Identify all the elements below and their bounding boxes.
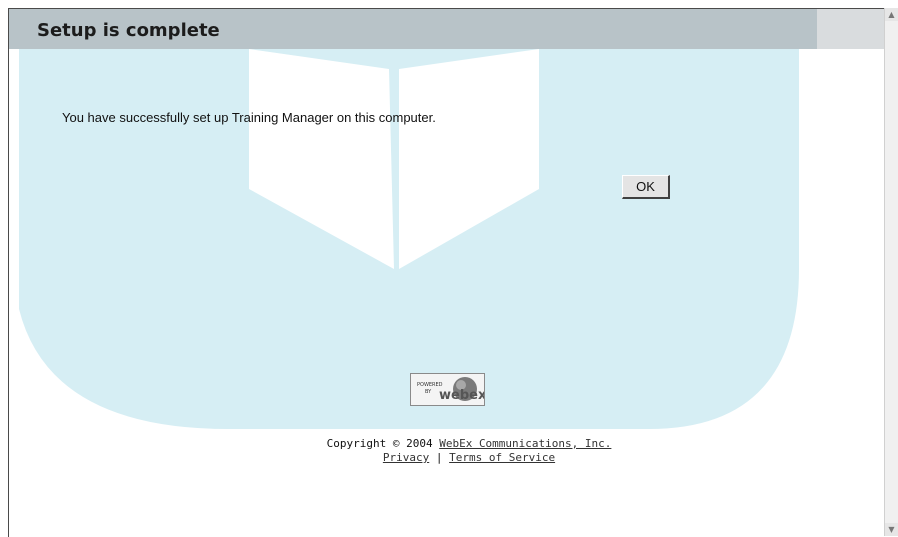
page-title: Setup is complete — [37, 20, 220, 41]
success-message: You have successfully set up Training Ma… — [62, 110, 436, 125]
webex-logo-icon: POWERED BY webex — [417, 377, 487, 403]
svg-text:BY: BY — [425, 389, 432, 395]
setup-window: Setup is complete You have successfully … — [8, 8, 885, 537]
copyright-line: Copyright © 2004 WebEx Communications, I… — [9, 437, 885, 450]
title-bar: Setup is complete — [9, 9, 817, 49]
ok-button[interactable]: OK — [622, 175, 670, 199]
company-link[interactable]: WebEx Communications, Inc. — [439, 437, 611, 450]
svg-text:webex: webex — [439, 388, 484, 403]
link-separator: | — [435, 451, 443, 464]
terms-of-service-link[interactable]: Terms of Service — [449, 451, 555, 464]
legal-links: Privacy | Terms of Service — [9, 451, 885, 464]
scroll-down-arrow-icon[interactable]: ▼ — [885, 523, 898, 536]
privacy-link[interactable]: Privacy — [383, 451, 429, 464]
title-bar-extension — [817, 9, 885, 49]
copyright-text: Copyright © 2004 — [326, 437, 433, 450]
vertical-scrollbar[interactable]: ▲ ▼ — [884, 8, 898, 536]
powered-by-webex-logo[interactable]: POWERED BY webex — [410, 373, 487, 406]
scroll-up-arrow-icon[interactable]: ▲ — [885, 8, 898, 21]
